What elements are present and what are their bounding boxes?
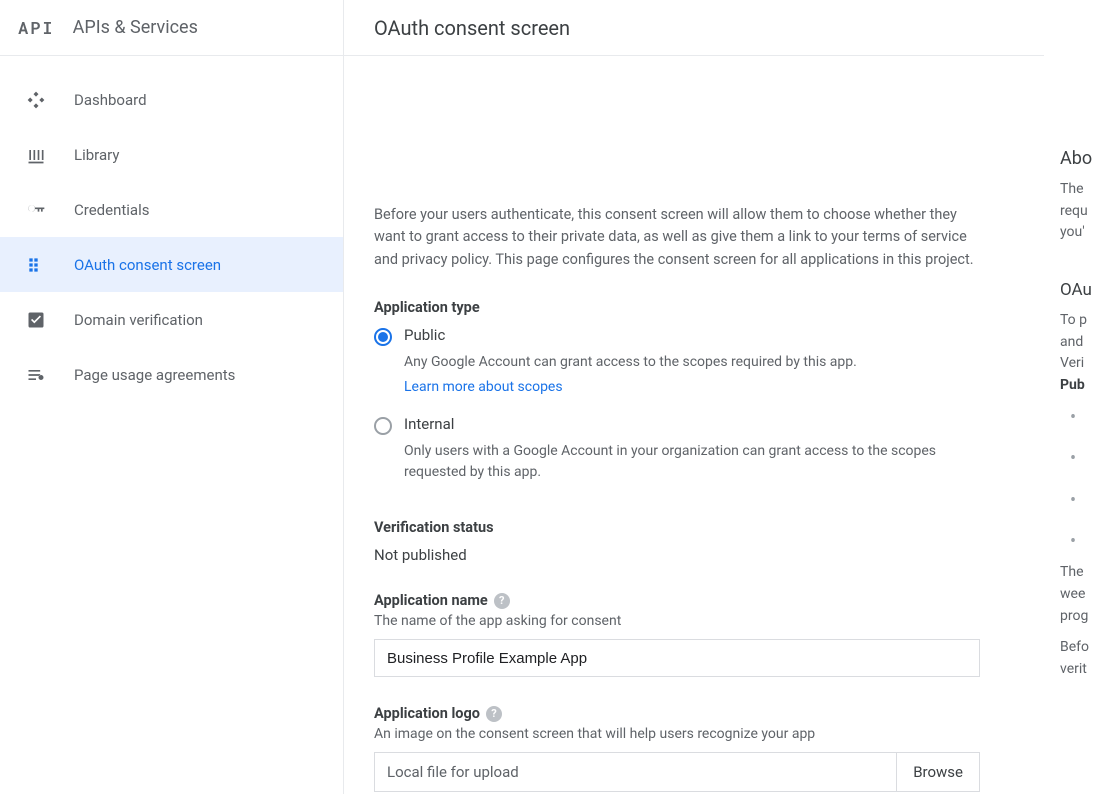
section-title: APIs & Services	[73, 17, 198, 38]
aside-about-heading: Abo	[1060, 148, 1103, 169]
sidebar-item-label: OAuth consent screen	[74, 256, 221, 274]
library-icon	[26, 145, 46, 165]
application-name-label: Application name	[374, 592, 488, 609]
bullet-icon: •	[1070, 397, 1103, 438]
sidebar-item-label: Page usage agreements	[74, 366, 235, 384]
aside-text: wee	[1060, 584, 1103, 606]
api-logo: API	[18, 16, 55, 39]
sidebar-item-label: Library	[74, 146, 119, 164]
application-logo-label: Application logo	[374, 705, 480, 722]
aside-text: Befo	[1060, 637, 1103, 659]
sidebar-item-label: Domain verification	[74, 311, 203, 329]
sidebar-item-credentials[interactable]: Credentials	[0, 182, 343, 237]
sidebar-item-oauth-consent[interactable]: OAuth consent screen	[0, 237, 343, 292]
verification-status-value: Not published	[374, 546, 1014, 564]
radio-public-row[interactable]: Public	[374, 326, 1014, 346]
aside-text: and	[1060, 332, 1103, 354]
sidebar-item-library[interactable]: Library	[0, 127, 343, 182]
intro-text: Before your users authenticate, this con…	[374, 204, 984, 271]
verification-status-heading: Verification status	[374, 519, 1014, 536]
radio-internal-desc: Only users with a Google Account in your…	[404, 441, 984, 483]
radio-internal-row[interactable]: Internal	[374, 415, 1014, 435]
radio-internal-label: Internal	[404, 415, 454, 433]
checkbox-icon	[26, 310, 46, 330]
sidebar-item-dashboard[interactable]: Dashboard	[0, 72, 343, 127]
bullet-icon: •	[1070, 438, 1103, 479]
sidebar: API APIs & Services Dashboard Library Cr…	[0, 0, 344, 794]
help-icon[interactable]: ?	[494, 593, 510, 609]
radio-public-label: Public	[404, 326, 445, 344]
sidebar-item-page-usage[interactable]: Page usage agreements	[0, 347, 343, 402]
settings-list-icon	[26, 365, 46, 385]
aside-text: you'	[1060, 222, 1103, 244]
radio-internal[interactable]	[374, 417, 392, 435]
application-logo-file-row: Local file for upload Browse	[374, 752, 980, 792]
application-name-input[interactable]	[374, 639, 980, 677]
sidebar-item-domain-verification[interactable]: Domain verification	[0, 292, 343, 347]
application-type-heading: Application type	[374, 299, 1014, 316]
aside-oauth-heading: OAu	[1060, 280, 1103, 300]
application-name-hint: The name of the app asking for consent	[374, 613, 1014, 629]
aside-text: Veri	[1060, 353, 1103, 375]
nav: Dashboard Library Credentials OAuth cons…	[0, 56, 343, 402]
page-title: OAuth consent screen	[374, 16, 570, 40]
content: OAuth consent screen Before your users a…	[344, 0, 1044, 794]
aside-text: The	[1060, 179, 1103, 201]
main: OAuth consent screen Before your users a…	[344, 0, 1103, 794]
content-header: OAuth consent screen	[344, 0, 1044, 56]
dashboard-icon	[26, 90, 46, 110]
form-area: Before your users authenticate, this con…	[344, 56, 1044, 794]
radio-public-desc: Any Google Account can grant access to t…	[404, 352, 984, 373]
aside-text: verit	[1060, 659, 1103, 681]
aside-text: requ	[1060, 201, 1103, 223]
aside-text: To p	[1060, 310, 1103, 332]
radio-public[interactable]	[374, 328, 392, 346]
consent-screen-icon	[26, 255, 46, 275]
browse-button[interactable]: Browse	[896, 753, 979, 791]
aside-text: The	[1060, 562, 1103, 584]
aside-text: Pub	[1060, 375, 1103, 397]
key-icon	[26, 200, 46, 220]
learn-more-scopes-link[interactable]: Learn more about scopes	[404, 379, 563, 395]
bullet-icon: •	[1070, 521, 1103, 562]
application-logo-placeholder[interactable]: Local file for upload	[375, 753, 896, 791]
help-icon[interactable]: ?	[486, 706, 502, 722]
aside-panel: Abo The requ you' OAu To p and Veri Pub …	[1044, 0, 1103, 794]
sidebar-item-label: Credentials	[74, 201, 149, 219]
aside-text: prog	[1060, 606, 1103, 628]
bullet-icon: •	[1070, 480, 1103, 521]
sidebar-header: API APIs & Services	[0, 0, 343, 56]
application-logo-hint: An image on the consent screen that will…	[374, 726, 1014, 742]
sidebar-item-label: Dashboard	[74, 91, 147, 109]
